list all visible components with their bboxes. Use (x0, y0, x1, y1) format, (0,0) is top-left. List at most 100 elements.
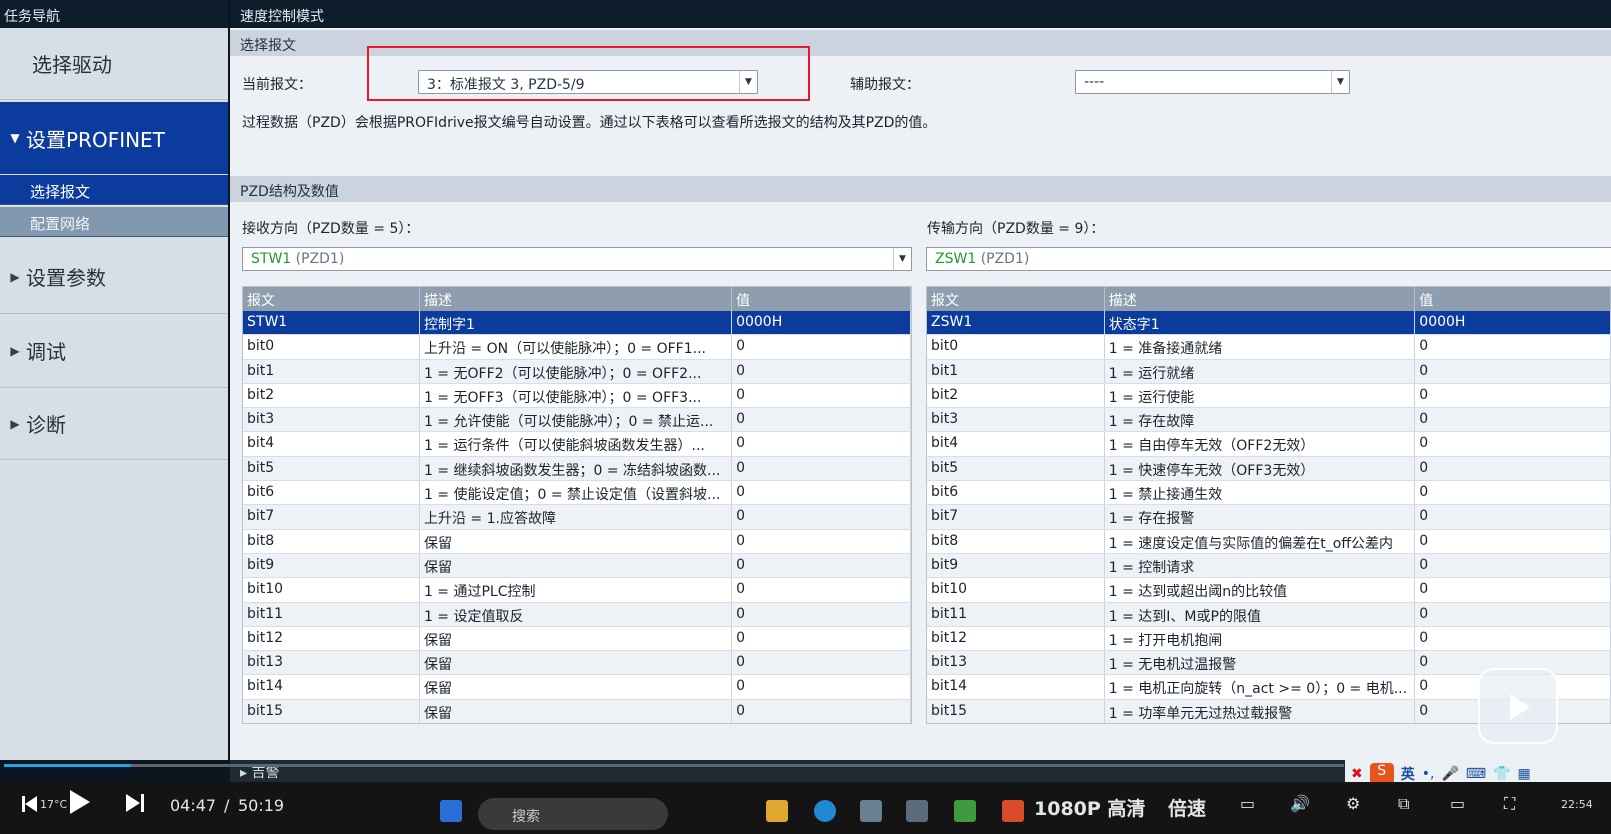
ime-language[interactable]: 英 (1401, 764, 1415, 784)
tia-portal-icon[interactable] (860, 800, 882, 822)
table-row[interactable]: bit13 保留 0 (243, 651, 911, 676)
table-row[interactable]: bit8 1 = 速度设定值与实际值的偏差在t_off公差内 0 (927, 529, 1611, 554)
cell-description: 保留 (420, 699, 733, 723)
table-row[interactable]: STW1 控制字1 0000H (243, 311, 911, 336)
cell-telegram: bit7 (927, 505, 1105, 529)
table-row[interactable]: bit12 1 = 打开电机抱闸 0 (927, 626, 1611, 652)
table-row[interactable]: bit3 1 = 存在故障 0 (927, 408, 1611, 433)
table-row[interactable]: bit2 1 = 运行使能 0 (927, 383, 1611, 409)
cell-value: 0 (1415, 578, 1611, 602)
subnav-item-configure-network[interactable]: 配置网络 (0, 207, 228, 237)
table-row[interactable]: bit10 1 = 通过PLC控制 0 (243, 578, 911, 603)
table-row[interactable]: bit0 上升沿 = ON（可以使能脉冲）；0 = OFF1... 0 (243, 335, 911, 360)
subtitle-icon[interactable]: ▭ (1240, 794, 1255, 813)
table-row[interactable]: bit11 1 = 达到I、M或P的限值 0 (927, 602, 1611, 627)
playback-speed[interactable]: 倍速 (1168, 794, 1206, 821)
previous-icon-arrow[interactable] (25, 796, 37, 812)
file-explorer-icon[interactable] (766, 800, 788, 822)
play-icon[interactable] (70, 790, 90, 814)
edge-icon[interactable] (814, 800, 836, 822)
nav-item-commissioning[interactable]: ▶ 调试 (0, 314, 228, 388)
close-icon[interactable]: ✖ (1351, 766, 1363, 782)
subnav-item-select-telegram[interactable]: 选择报文 (0, 175, 228, 205)
column-header-value[interactable]: 值 (1415, 287, 1611, 311)
table-row[interactable]: bit7 1 = 存在报警 0 (927, 505, 1611, 530)
table-row[interactable]: bit1 1 = 无OFF2（可以使能脉冲）；0 = OFF2... 0 (243, 359, 911, 384)
table-row[interactable]: ZSW1 状态字1 0000H (927, 311, 1611, 336)
table-row[interactable]: bit10 1 = 达到或超出阈n的比较值 0 (927, 578, 1611, 603)
cell-telegram: bit12 (243, 626, 420, 651)
table-row[interactable]: bit1 1 = 运行就绪 0 (927, 359, 1611, 384)
cell-value: 0 (732, 456, 911, 481)
cell-value: 0 (732, 651, 911, 675)
table-row[interactable]: bit4 1 = 运行条件（可以使能斜坡函数发生器）... 0 (243, 432, 911, 457)
table-row[interactable]: bit8 保留 0 (243, 529, 911, 554)
table-row[interactable]: bit14 保留 0 (243, 675, 911, 700)
table-row[interactable]: bit6 1 = 使能设定值；0 = 禁止设定值（设置斜坡... 0 (243, 481, 911, 506)
chevron-down-icon[interactable]: ▼ (1331, 71, 1349, 93)
table-row[interactable]: bit2 1 = 无OFF3（可以使能脉冲）；0 = OFF3... 0 (243, 383, 911, 409)
table-row[interactable]: bit5 1 = 快速停车无效（OFF3无效） 0 (927, 456, 1611, 482)
table-row[interactable]: bit9 1 = 控制请求 0 (927, 553, 1611, 579)
cell-description: 1 = 功率单元无过热过载报警 (1105, 699, 1416, 723)
column-header-description[interactable]: 描述 (420, 287, 733, 311)
app-icon[interactable] (954, 800, 976, 822)
fullscreen-icon[interactable]: ⛶ (1504, 794, 1515, 814)
punctuation-icon[interactable]: •, (1422, 766, 1435, 782)
receive-pzd-dropdown[interactable]: STW1 (PZD1) ▼ (242, 247, 912, 271)
widescreen-icon[interactable]: ▭ (1450, 794, 1465, 813)
cell-telegram: bit12 (927, 626, 1105, 651)
cell-value: 0 (1415, 626, 1611, 651)
nav-item-set-parameters[interactable]: ▶ 设置参数 (0, 240, 228, 314)
nav-item-diagnostics[interactable]: ▶ 诊断 (0, 388, 228, 460)
table-row[interactable]: bit12 保留 0 (243, 626, 911, 652)
keyboard-icon[interactable]: ⌨ (1466, 766, 1486, 782)
cell-description: 1 = 设定值取反 (420, 602, 733, 626)
cell-description: 保留 (420, 553, 733, 578)
highlight-annotation-box (367, 46, 810, 101)
table-row[interactable]: bit6 1 = 禁止接通生效 0 (927, 481, 1611, 506)
settings-icon[interactable]: ⚙ (1346, 794, 1360, 813)
cell-value: 0 (732, 335, 911, 359)
cell-value: 0 (1415, 602, 1611, 626)
cell-value: 0 (1415, 553, 1611, 578)
windows-start-icon[interactable] (440, 800, 462, 822)
table-row[interactable]: bit9 保留 0 (243, 553, 911, 579)
cell-value: 0 (732, 578, 911, 602)
table-row[interactable]: bit5 1 = 继续斜坡函数发生器；0 = 冻结斜坡函数... 0 (243, 456, 911, 482)
cell-telegram: bit2 (927, 383, 1105, 408)
next-icon[interactable] (126, 794, 140, 812)
nav-item-set-profinet[interactable]: ▼ 设置PROFINET (0, 102, 228, 174)
volume-icon[interactable]: 🔊 (1290, 794, 1310, 813)
skin-icon[interactable]: 👕 (1493, 766, 1510, 782)
column-header-value[interactable]: 值 (732, 287, 911, 311)
next-icon-bar[interactable] (141, 794, 144, 812)
grid-icon[interactable]: ▦ (1518, 766, 1531, 782)
table-row[interactable]: bit4 1 = 自由停车无效（OFF2无效） 0 (927, 432, 1611, 457)
cell-telegram: bit15 (927, 699, 1105, 723)
table-row[interactable]: bit15 保留 0 (243, 699, 911, 723)
column-header-telegram[interactable]: 报文 (927, 287, 1105, 311)
expand-icon[interactable]: ▸ (240, 765, 247, 781)
sidebar-header: 任务导航 (0, 0, 228, 28)
microphone-icon[interactable]: 🎤 (1441, 766, 1458, 782)
app-icon[interactable] (906, 800, 928, 822)
quality-selector[interactable]: 1080P 高清 (1034, 794, 1145, 821)
table-row[interactable]: bit11 1 = 设定值取反 0 (243, 602, 911, 627)
progress-track[interactable] (4, 764, 1344, 767)
transmit-pzd-dropdown[interactable]: ZSW1 (PZD1) (926, 247, 1611, 271)
nav-item-select-drive[interactable]: 选择驱动 (0, 28, 228, 100)
column-header-description[interactable]: 描述 (1105, 287, 1416, 311)
app-icon[interactable] (1002, 800, 1024, 822)
chevron-down-icon[interactable]: ▼ (893, 248, 911, 270)
table-row[interactable]: bit0 1 = 准备接通就绪 0 (927, 335, 1611, 360)
transmit-direction-label: 传输方向（PZD数量 = 9）： (927, 221, 1105, 237)
taskbar-search[interactable]: 搜索 (478, 798, 668, 830)
table-row[interactable]: bit3 1 = 允许使能（可以使能脉冲）；0 = 禁止运... 0 (243, 408, 911, 433)
column-header-telegram[interactable]: 报文 (243, 287, 420, 311)
pip-icon[interactable]: ⧉ (1398, 794, 1409, 814)
bilibili-play-button[interactable] (1478, 668, 1558, 744)
cell-telegram: ZSW1 (927, 311, 1105, 335)
aux-telegram-dropdown[interactable]: ---- ▼ (1075, 70, 1350, 94)
table-row[interactable]: bit7 上升沿 = 1.应答故障 0 (243, 505, 911, 530)
